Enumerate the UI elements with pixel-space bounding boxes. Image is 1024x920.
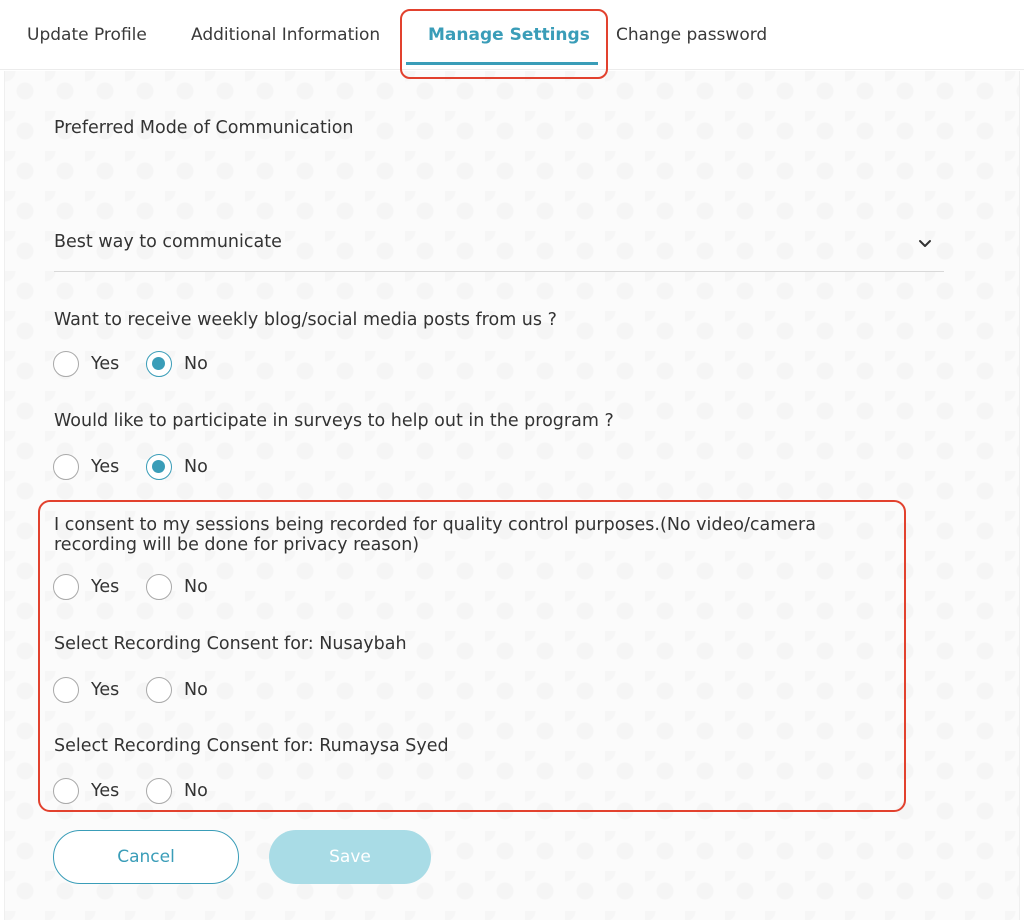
radio-surveys-no[interactable]: No	[146, 453, 208, 481]
tab-update-profile[interactable]: Update Profile	[27, 0, 147, 70]
tab-bar: Update Profile Additional Information Ma…	[0, 0, 1024, 70]
radio-blog-posts-no[interactable]: No	[146, 350, 208, 378]
radio-label: Yes	[91, 680, 120, 700]
radio-label: No	[184, 457, 208, 477]
question-consent-rumaysa: Select Recording Consent for: Rumaysa Sy…	[54, 736, 449, 756]
chevron-down-icon	[919, 240, 931, 247]
radio-circle	[53, 574, 79, 600]
radio-circle-selected	[146, 351, 172, 377]
communication-select-value: Best way to communicate	[54, 232, 282, 252]
question-blog-posts: Want to receive weekly blog/social media…	[54, 310, 557, 330]
radio-circle	[53, 677, 79, 703]
active-tab-indicator	[406, 62, 598, 65]
radio-recording-consent-yes[interactable]: Yes	[53, 573, 119, 601]
radio-label: No	[184, 680, 208, 700]
radio-recording-consent-no[interactable]: No	[146, 573, 208, 601]
radio-circle	[53, 351, 79, 377]
cancel-button[interactable]: Cancel	[53, 830, 239, 884]
question-surveys: Would like to participate in surveys to …	[54, 411, 614, 431]
radio-circle	[53, 778, 79, 804]
communication-select[interactable]: Best way to communicate	[54, 222, 944, 272]
radio-blog-posts-yes[interactable]: Yes	[53, 350, 119, 378]
question-consent-nusaybah: Select Recording Consent for: Nusaybah	[54, 634, 407, 654]
radio-circle	[146, 574, 172, 600]
radio-consent-rumaysa-no[interactable]: No	[146, 777, 208, 805]
radio-label: No	[184, 354, 208, 374]
section-title: Preferred Mode of Communication	[54, 118, 354, 138]
tab-change-password[interactable]: Change password	[616, 0, 767, 70]
tab-manage-settings[interactable]: Manage Settings	[428, 0, 590, 70]
radio-circle-selected	[146, 454, 172, 480]
radio-consent-rumaysa-yes[interactable]: Yes	[53, 777, 119, 805]
radio-label: Yes	[91, 354, 120, 374]
radio-circle	[146, 778, 172, 804]
radio-circle	[53, 454, 79, 480]
radio-circle	[146, 677, 172, 703]
radio-label: No	[184, 781, 208, 801]
question-recording-consent: I consent to my sessions being recorded …	[54, 515, 816, 555]
tab-additional-information[interactable]: Additional Information	[191, 0, 380, 70]
radio-label: Yes	[91, 577, 120, 597]
radio-label: Yes	[91, 457, 120, 477]
radio-surveys-yes[interactable]: Yes	[53, 453, 119, 481]
radio-label: Yes	[91, 781, 120, 801]
radio-consent-nusaybah-no[interactable]: No	[146, 676, 208, 704]
save-button[interactable]: Save	[269, 830, 431, 884]
radio-consent-nusaybah-yes[interactable]: Yes	[53, 676, 119, 704]
radio-label: No	[184, 577, 208, 597]
